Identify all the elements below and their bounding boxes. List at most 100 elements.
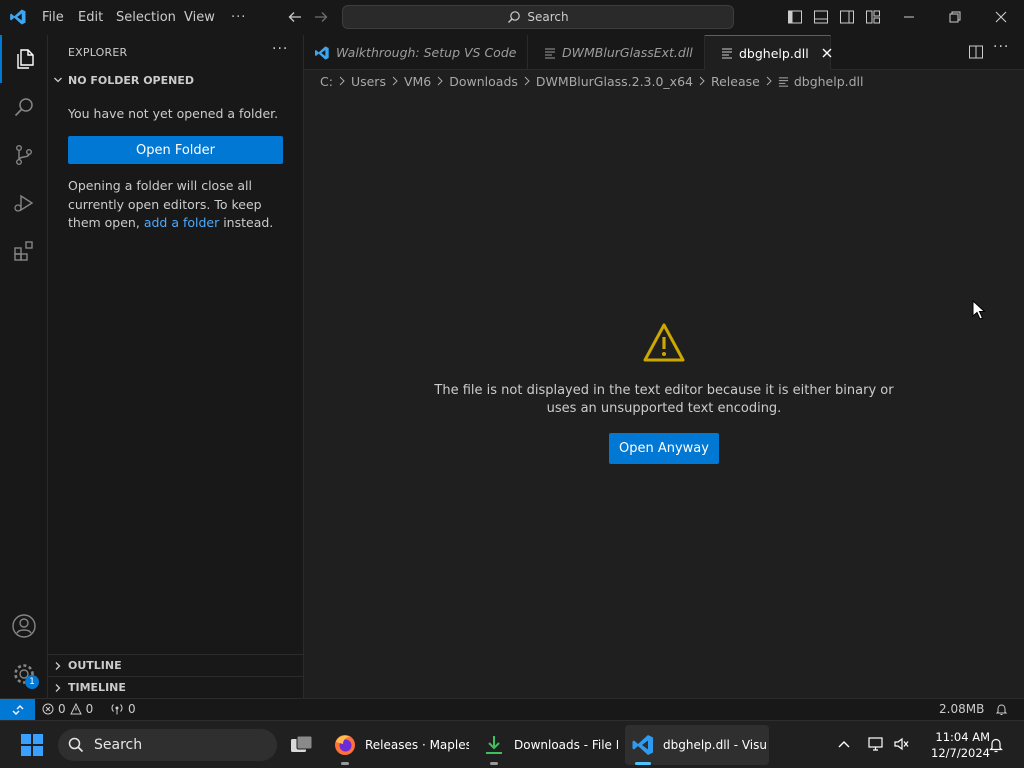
ports-indicator[interactable]: 0 bbox=[110, 702, 136, 716]
toggle-panel-icon[interactable] bbox=[812, 8, 830, 26]
mouse-cursor-icon bbox=[972, 300, 986, 320]
minimize-icon[interactable] bbox=[900, 8, 918, 26]
tab-label: DWMBlurGlassExt.dll bbox=[562, 45, 693, 60]
clock-time: 11:04 AM bbox=[935, 730, 990, 744]
timeline-section-header[interactable]: TIMELINE bbox=[48, 676, 303, 698]
chevron-right-icon bbox=[48, 661, 68, 671]
download-icon bbox=[482, 733, 506, 757]
chevron-right-icon bbox=[436, 76, 444, 86]
editor-more-icon[interactable]: ··· bbox=[993, 39, 1009, 55]
menu-more[interactable]: ··· bbox=[231, 0, 246, 35]
task-view-icon[interactable] bbox=[289, 733, 315, 757]
open-folder-hint: Opening a folder will close all currentl… bbox=[68, 178, 274, 230]
taskbar-app-firefox[interactable]: Releases · Maplesp bbox=[327, 725, 469, 765]
no-folder-section-header[interactable]: NO FOLDER OPENED bbox=[48, 69, 303, 91]
outline-section-header[interactable]: OUTLINE bbox=[48, 654, 303, 676]
search-label: Search bbox=[527, 10, 569, 24]
breadcrumb-vm6[interactable]: VM6 bbox=[404, 74, 431, 89]
breadcrumb-users[interactable]: Users bbox=[351, 74, 386, 89]
chevron-right-icon bbox=[523, 76, 531, 86]
tab-walkthrough[interactable]: Walkthrough: Setup VS Code bbox=[304, 35, 528, 70]
breadcrumb-dwmblurglass[interactable]: DWMBlurGlass.2.3.0_x64 bbox=[536, 74, 693, 89]
taskbar-app-vscode[interactable]: dbghelp.dll - Visu bbox=[625, 725, 769, 765]
editor-tabs: Walkthrough: Setup VS Code DWMBlurGlassE… bbox=[304, 35, 1024, 70]
problems-indicator[interactable]: 0 0 bbox=[42, 702, 93, 716]
vscode-icon bbox=[631, 733, 655, 757]
warning-icon bbox=[643, 322, 685, 364]
antenna-icon bbox=[110, 703, 124, 715]
chevron-right-icon bbox=[391, 76, 399, 86]
notifications-bell-icon[interactable] bbox=[989, 737, 1003, 753]
taskbar-search-label: Search bbox=[94, 737, 143, 753]
customize-layout-icon[interactable] bbox=[864, 8, 882, 26]
chevron-right-icon bbox=[48, 683, 68, 693]
search-icon bbox=[68, 737, 84, 753]
windows-start-icon[interactable] bbox=[21, 734, 43, 756]
clock-date: 12/7/2024 bbox=[931, 746, 990, 760]
toggle-primary-sidebar-icon[interactable] bbox=[786, 8, 804, 26]
file-lines-icon bbox=[721, 47, 733, 59]
outline-title: OUTLINE bbox=[68, 659, 122, 672]
error-count: 0 bbox=[58, 702, 66, 716]
toggle-secondary-sidebar-icon[interactable] bbox=[838, 8, 856, 26]
file-lines-icon bbox=[778, 76, 789, 87]
taskbar-clock[interactable]: 11:04 AM 12/7/2024 bbox=[918, 729, 990, 761]
open-folder-button[interactable]: Open Folder bbox=[68, 136, 283, 164]
sidebar-title: EXPLORER bbox=[68, 46, 128, 59]
manage-gear-icon[interactable]: 1 bbox=[0, 650, 48, 698]
taskbar-app-label: Downloads - File E bbox=[514, 738, 618, 752]
activity-bar: 1 bbox=[0, 35, 48, 698]
search-view-icon[interactable] bbox=[0, 83, 48, 131]
accounts-icon[interactable] bbox=[0, 602, 48, 650]
explorer-icon[interactable] bbox=[0, 35, 48, 83]
breadcrumb-file[interactable]: dbghelp.dll bbox=[794, 74, 864, 89]
vscode-icon bbox=[314, 45, 330, 61]
vscode-logo-icon[interactable] bbox=[9, 8, 27, 26]
taskbar-app-label: dbghelp.dll - Visu bbox=[663, 738, 767, 752]
tab-label: dbghelp.dll bbox=[739, 45, 809, 61]
taskbar-search[interactable]: Search bbox=[58, 729, 277, 761]
restore-icon[interactable] bbox=[946, 8, 964, 26]
editor-area: The file is not displayed in the text ed… bbox=[304, 92, 1024, 698]
taskbar-app-file-explorer[interactable]: Downloads - File E bbox=[476, 725, 618, 765]
menu-edit[interactable]: Edit bbox=[78, 0, 103, 35]
command-center-search[interactable]: Search bbox=[342, 5, 734, 29]
chevron-down-icon bbox=[48, 75, 68, 85]
breadcrumb-release[interactable]: Release bbox=[711, 74, 760, 89]
firefox-icon bbox=[333, 733, 357, 757]
extensions-icon[interactable] bbox=[0, 227, 48, 275]
volume-muted-icon[interactable] bbox=[893, 736, 911, 752]
warning-count: 0 bbox=[85, 702, 94, 716]
menu-view[interactable]: View bbox=[184, 0, 215, 35]
no-folder-message: You have not yet opened a folder. bbox=[68, 106, 279, 121]
sidebar-more-icon[interactable]: ··· bbox=[272, 41, 288, 57]
timeline-title: TIMELINE bbox=[68, 681, 126, 694]
notifications-bell-icon[interactable] bbox=[995, 703, 1008, 716]
file-size[interactable]: 2.08MB bbox=[939, 702, 984, 716]
close-window-icon[interactable] bbox=[992, 8, 1010, 26]
tab-dbghelp[interactable]: dbghelp.dll bbox=[705, 35, 833, 70]
warning-small-icon bbox=[69, 703, 82, 715]
menu-file[interactable]: File bbox=[42, 0, 64, 35]
windows-taskbar: Search Releases · Maplesp Downloads - Fi… bbox=[0, 720, 1024, 768]
menu-selection[interactable]: Selection bbox=[116, 0, 176, 35]
forward-arrow-icon[interactable] bbox=[312, 8, 330, 26]
remote-indicator-icon[interactable] bbox=[0, 699, 35, 721]
breadcrumb-downloads[interactable]: Downloads bbox=[449, 74, 518, 89]
explorer-sidebar: EXPLORER ··· NO FOLDER OPENED You have n… bbox=[48, 35, 304, 698]
network-icon[interactable] bbox=[867, 736, 885, 752]
source-control-icon[interactable] bbox=[0, 131, 48, 179]
update-badge: 1 bbox=[25, 675, 39, 689]
back-arrow-icon[interactable] bbox=[286, 8, 304, 26]
run-debug-icon[interactable] bbox=[0, 179, 48, 227]
add-folder-link[interactable]: add a folder bbox=[144, 215, 219, 230]
taskbar-app-label: Releases · Maplesp bbox=[365, 738, 469, 752]
open-anyway-button[interactable]: Open Anyway bbox=[609, 433, 719, 464]
tab-dwmblurglassext[interactable]: DWMBlurGlassExt.dll bbox=[528, 35, 705, 70]
binary-file-message: The file is not displayed in the text ed… bbox=[434, 383, 894, 416]
breadcrumb-drive[interactable]: C: bbox=[320, 74, 333, 89]
close-tab-icon[interactable] bbox=[821, 47, 833, 59]
chevron-up-icon[interactable] bbox=[837, 737, 851, 751]
chevron-right-icon bbox=[698, 76, 706, 86]
split-editor-icon[interactable] bbox=[968, 44, 984, 60]
